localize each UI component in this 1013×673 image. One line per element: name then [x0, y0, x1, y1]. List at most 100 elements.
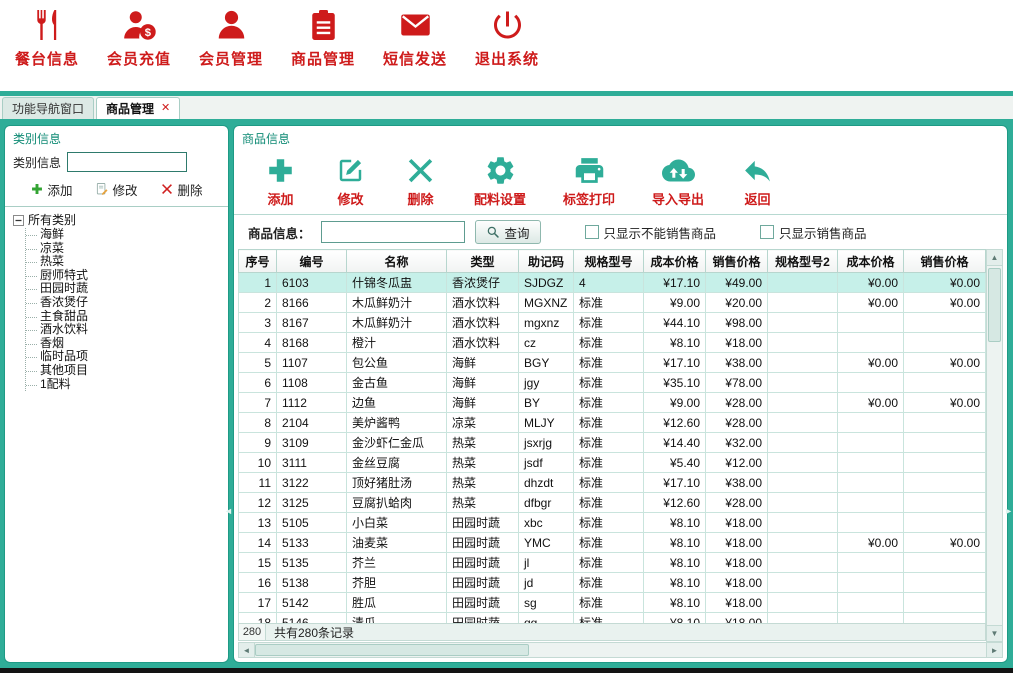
tab-label: 功能导航窗口	[12, 100, 84, 117]
table-row[interactable]: 51107包公鱼海鲜BGY标准¥17.10¥38.00¥0.00¥0.00	[239, 353, 986, 373]
tree-item[interactable]: 香浓煲仔	[40, 296, 222, 310]
scroll-down-arrow[interactable]: ▼	[987, 625, 1002, 641]
table-row[interactable]: 103111金丝豆腐热菜jsdf标准¥5.40¥12.00	[239, 453, 986, 473]
table-cell	[904, 413, 986, 433]
column-header[interactable]: 成本价格	[644, 250, 706, 273]
table-cell: 标准	[574, 553, 644, 573]
scroll-left-arrow[interactable]: ◄	[239, 643, 255, 657]
utensils-icon	[29, 7, 66, 43]
horizontal-scrollbar[interactable]: ◄ ►	[238, 642, 1003, 658]
delete-button[interactable]: 删除	[404, 154, 437, 208]
table-row[interactable]: 165138芥胆田园时蔬jd标准¥8.10¥18.00	[239, 573, 986, 593]
checkbox-icon[interactable]	[585, 225, 599, 239]
column-header[interactable]: 名称	[347, 250, 447, 273]
column-header[interactable]: 销售价格	[706, 250, 768, 273]
checkbox-sellable-only[interactable]: 只显示销售商品	[760, 223, 867, 242]
tree-item[interactable]: 田园时蔬	[40, 282, 222, 296]
toolbar-item-product-management[interactable]: 商品管理	[286, 7, 360, 69]
query-button[interactable]: 查询	[475, 220, 541, 244]
tab-product-management[interactable]: 商品管理 ✕	[96, 97, 180, 119]
category-field-label: 类别信息	[13, 154, 61, 171]
tree-item[interactable]: 凉菜	[40, 242, 222, 256]
table-cell: 5105	[277, 513, 347, 533]
toolbar-item-member-recharge[interactable]: $ 会员充值	[102, 7, 176, 69]
table-row[interactable]: 82104美炉酱鸭凉菜MLJY标准¥12.60¥28.00	[239, 413, 986, 433]
tree-item[interactable]: 其他项目	[40, 364, 222, 378]
column-header[interactable]: 编号	[277, 250, 347, 273]
right-splitter-collapse-icon[interactable]: ►	[1004, 507, 1013, 516]
table-row[interactable]: 185146清瓜田园时蔬qg标准¥8.10¥18.00	[239, 613, 986, 624]
category-delete-button[interactable]: 删除	[160, 180, 202, 199]
table-cell: 海鲜	[447, 353, 519, 373]
table-row[interactable]: 135105小白菜田园时蔬xbc标准¥8.10¥18.00	[239, 513, 986, 533]
tab-function-nav[interactable]: 功能导航窗口	[2, 97, 94, 119]
return-button[interactable]: 返回	[741, 154, 774, 208]
column-header[interactable]: 类型	[447, 250, 519, 273]
column-header[interactable]: 助记码	[519, 250, 574, 273]
table-cell: 金古鱼	[347, 373, 447, 393]
table-cell: 标准	[574, 413, 644, 433]
column-header[interactable]: 销售价格	[904, 250, 986, 273]
column-header[interactable]: 规格型号2	[768, 250, 838, 273]
tree-item[interactable]: 临时品项	[40, 350, 222, 364]
table-cell: ¥98.00	[706, 313, 768, 333]
category-edit-button[interactable]: 修改	[95, 180, 137, 199]
ingredient-settings-button[interactable]: 配料设置	[474, 154, 526, 208]
toolbar-item-exit-system[interactable]: 退出系统	[470, 7, 544, 69]
vertical-scrollbar[interactable]: ▲ ▼	[986, 249, 1003, 642]
table-row[interactable]: 16103什锦冬瓜盅香浓煲仔SJDGZ4¥17.10¥49.00¥0.00¥0.…	[239, 273, 986, 293]
import-export-button[interactable]: 导入导出	[652, 154, 704, 208]
table-row[interactable]: 71112边鱼海鲜BY标准¥9.00¥28.00¥0.00¥0.00	[239, 393, 986, 413]
table-row[interactable]: 113122顶好猪肚汤热菜dhzdt标准¥17.10¥38.00	[239, 473, 986, 493]
status-bar: 共有280条记录	[266, 623, 986, 641]
tree-collapse-icon[interactable]	[13, 215, 24, 226]
table-row[interactable]: 155135芥兰田园时蔬jl标准¥8.10¥18.00	[239, 553, 986, 573]
tree-root-item[interactable]: 所有类别	[13, 213, 222, 227]
product-search-input[interactable]	[321, 221, 465, 243]
category-name-input[interactable]	[67, 152, 187, 172]
column-header[interactable]: 规格型号	[574, 250, 644, 273]
table-cell: 热菜	[447, 493, 519, 513]
scroll-right-arrow[interactable]: ►	[986, 643, 1002, 657]
tree-item[interactable]: 1配料	[40, 378, 222, 392]
table-cell: YMC	[519, 533, 574, 553]
category-add-button[interactable]: 添加	[30, 180, 72, 199]
table-row[interactable]: 145133油麦菜田园时蔬YMC标准¥8.10¥18.00¥0.00¥0.00	[239, 533, 986, 553]
horizontal-scroll-thumb[interactable]	[255, 644, 529, 656]
label-print-button[interactable]: 标签打印	[563, 154, 615, 208]
table-row[interactable]: 28166木瓜鲜奶汁酒水饮料MGXNZ标准¥9.00¥20.00¥0.00¥0.…	[239, 293, 986, 313]
product-table-header-row: 序号编号名称类型助记码规格型号成本价格销售价格规格型号2成本价格销售价格	[239, 250, 986, 273]
column-header[interactable]: 序号	[239, 250, 277, 273]
vertical-scroll-thumb[interactable]	[988, 268, 1001, 342]
tab-close-icon[interactable]: ✕	[161, 103, 170, 114]
toolbar-item-table-info[interactable]: 餐台信息	[10, 7, 84, 69]
toolbar-item-sms-send[interactable]: 短信发送	[378, 7, 452, 69]
edit-button[interactable]: 修改	[334, 154, 367, 208]
table-row[interactable]: 123125豆腐扒蛤肉热菜dfbgr标准¥12.60¥28.00	[239, 493, 986, 513]
table-row[interactable]: 93109金沙虾仁金瓜热菜jsxrjg标准¥14.40¥32.00	[239, 433, 986, 453]
tree-item[interactable]: 海鲜	[40, 228, 222, 242]
table-cell	[768, 613, 838, 624]
checkbox-icon[interactable]	[760, 225, 774, 239]
main-toolbar: 餐台信息 $ 会员充值 会员管理	[0, 0, 1013, 91]
tree-item[interactable]: 酒水饮料	[40, 323, 222, 337]
add-button[interactable]: 添加	[264, 154, 297, 208]
toolbar-item-member-management[interactable]: 会员管理	[194, 7, 268, 69]
scroll-up-arrow[interactable]: ▲	[987, 250, 1002, 266]
checkbox-unsellable-only[interactable]: 只显示不能销售商品	[585, 223, 717, 242]
back-arrow-icon	[741, 154, 774, 187]
table-row[interactable]: 38167木瓜鲜奶汁酒水饮料mgxnz标准¥44.10¥98.00	[239, 313, 986, 333]
tree-item[interactable]: 主食甜品	[40, 310, 222, 324]
cloud-sync-icon	[662, 154, 695, 187]
column-header[interactable]: 成本价格	[838, 250, 904, 273]
table-row[interactable]: 175142胜瓜田园时蔬sg标准¥8.10¥18.00	[239, 593, 986, 613]
edit-doc-icon	[95, 182, 109, 196]
table-row[interactable]: 48168橙汁酒水饮料cz标准¥8.10¥18.00	[239, 333, 986, 353]
tree-item[interactable]: 香烟	[40, 337, 222, 351]
table-row[interactable]: 61108金古鱼海鲜jgy标准¥35.10¥78.00	[239, 373, 986, 393]
left-splitter-collapse-icon[interactable]: ◄	[224, 507, 233, 516]
tree-item[interactable]: 厨师特式	[40, 269, 222, 283]
table-cell: 2104	[277, 413, 347, 433]
table-cell: 标准	[574, 433, 644, 453]
tree-item[interactable]: 热菜	[40, 255, 222, 269]
